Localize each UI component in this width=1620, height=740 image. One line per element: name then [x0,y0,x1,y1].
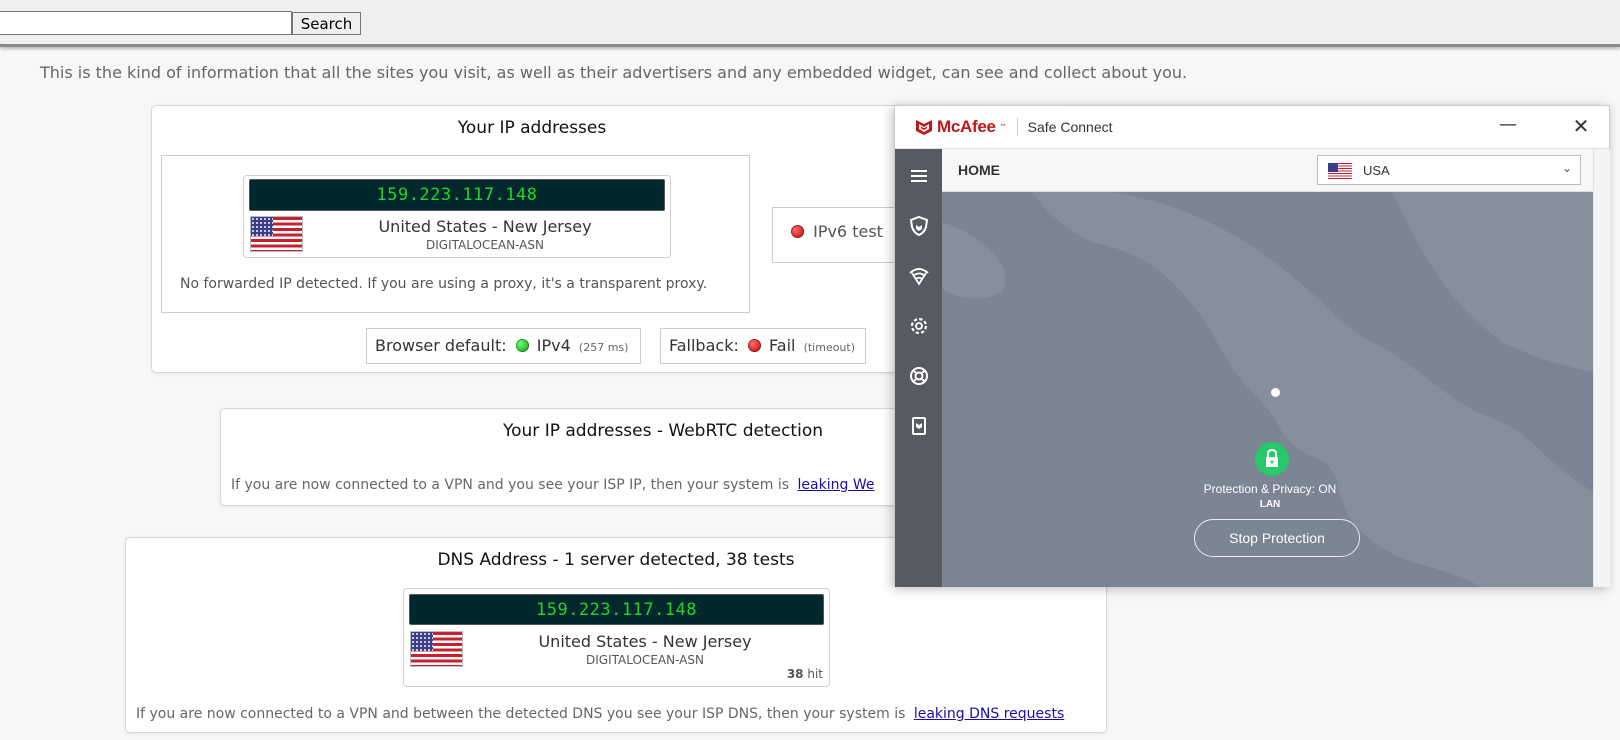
ip-panel: 159.223.117.148 United States - New Jers… [161,155,750,313]
country-select[interactable]: USA ⌄ [1317,155,1581,185]
lock-icon [1266,448,1278,467]
document-icon[interactable] [908,415,930,437]
browser-default-label: Browser default: [375,336,507,355]
us-flag-icon [250,216,303,252]
mcafee-header: HOME USA ⌄ [942,149,1593,192]
menu-icon[interactable] [908,165,930,187]
browser-search-bar: Search [0,0,1620,47]
lock-status-icon [1255,442,1289,476]
ipv6-test-label: IPv6 test [813,222,883,241]
mcafee-trademark: ™ [999,123,1007,131]
wifi-icon[interactable] [908,265,930,287]
mcafee-logo: McAfee ™ Safe Connect [915,117,1113,137]
home-label: HOME [958,162,1000,178]
ip-address-display[interactable]: 159.223.117.148 [249,179,665,211]
ip-entry: 159.223.117.148 United States - New Jers… [243,175,671,258]
fallback-label: Fallback: [669,336,739,355]
chevron-down-icon: ⌄ [1561,161,1572,175]
world-map: Protection & Privacy: ON LAN Stop Protec… [942,192,1593,587]
webrtc-note: If you are now connected to a VPN and yo… [231,477,874,493]
webrtc-note-text: If you are now connected to a VPN and yo… [231,477,790,493]
close-button[interactable]: ✕ [1567,114,1595,140]
gear-icon[interactable] [908,315,930,337]
mcafee-shield-icon [916,120,932,135]
forwarded-ip-note: No forwarded IP detected. If you are usi… [180,276,708,292]
search-input[interactable] [0,11,292,35]
ip-card-title: Your IP addresses [457,118,607,138]
fallback-value: Fail [769,336,796,355]
ipv4-status-green-icon [515,339,529,352]
webrtc-card: Your IP addresses - WebRTC detection If … [220,408,990,506]
dns-hit-count: 38 hit [787,667,823,681]
mcafee-safe-connect-window: McAfee ™ Safe Connect — ✕ HOME USA ⌄ Pro… [894,105,1610,587]
location-marker [1271,388,1280,397]
scrollbar[interactable] [1593,149,1610,587]
us-flag-icon [1328,163,1352,179]
intro-text: This is the kind of information that all… [40,63,1188,82]
protection-status: Protection & Privacy: ON [1203,482,1337,496]
mcafee-product-name: Safe Connect [1027,119,1113,135]
dns-ip-display[interactable]: 159.223.117.148 [409,594,824,625]
ip-asn: DIGITALOCEAN-ASN [426,238,544,252]
dns-asn: DIGITALOCEAN-ASN [586,653,704,667]
us-flag-icon [410,631,463,667]
minimize-button[interactable]: — [1494,114,1522,140]
browser-default-box: Browser default: IPv4 (257 ms) [366,328,641,364]
dns-hits-number: 38 [786,667,804,681]
lifebuoy-icon[interactable] [908,365,930,387]
dns-leak-link[interactable]: leaking DNS requests [914,706,1064,722]
dns-note: If you are now connected to a VPN and be… [136,706,1064,722]
fallback-status-red-icon [747,339,761,352]
shield-icon[interactable] [908,215,930,237]
dns-note-text: If you are now connected to a VPN and be… [136,706,906,722]
network-type: LAN [1259,499,1281,510]
fallback-box: Fallback: Fail (timeout) [660,328,866,364]
stop-protection-button[interactable]: Stop Protection [1194,519,1360,557]
fallback-note: (timeout) [803,341,856,354]
browser-default-time: (257 ms) [578,341,629,354]
search-button[interactable]: Search [292,12,361,35]
title-separator [1016,118,1018,136]
dns-entry: 159.223.117.148 United States - New Jers… [403,588,830,687]
dns-location: United States - New Jersey [538,632,752,651]
webrtc-leak-link[interactable]: leaking We [798,477,875,493]
mcafee-brand: McAfee [937,117,996,136]
country-selected-value: USA [1363,163,1390,178]
dns-hits-label: hit [807,667,823,681]
mcafee-sidebar [895,149,942,587]
ip-location: United States - New Jersey [378,217,592,236]
browser-default-value: IPv4 [536,336,571,355]
ipv6-status-red-icon [791,225,804,238]
mcafee-titlebar: McAfee ™ Safe Connect — ✕ [895,106,1609,149]
